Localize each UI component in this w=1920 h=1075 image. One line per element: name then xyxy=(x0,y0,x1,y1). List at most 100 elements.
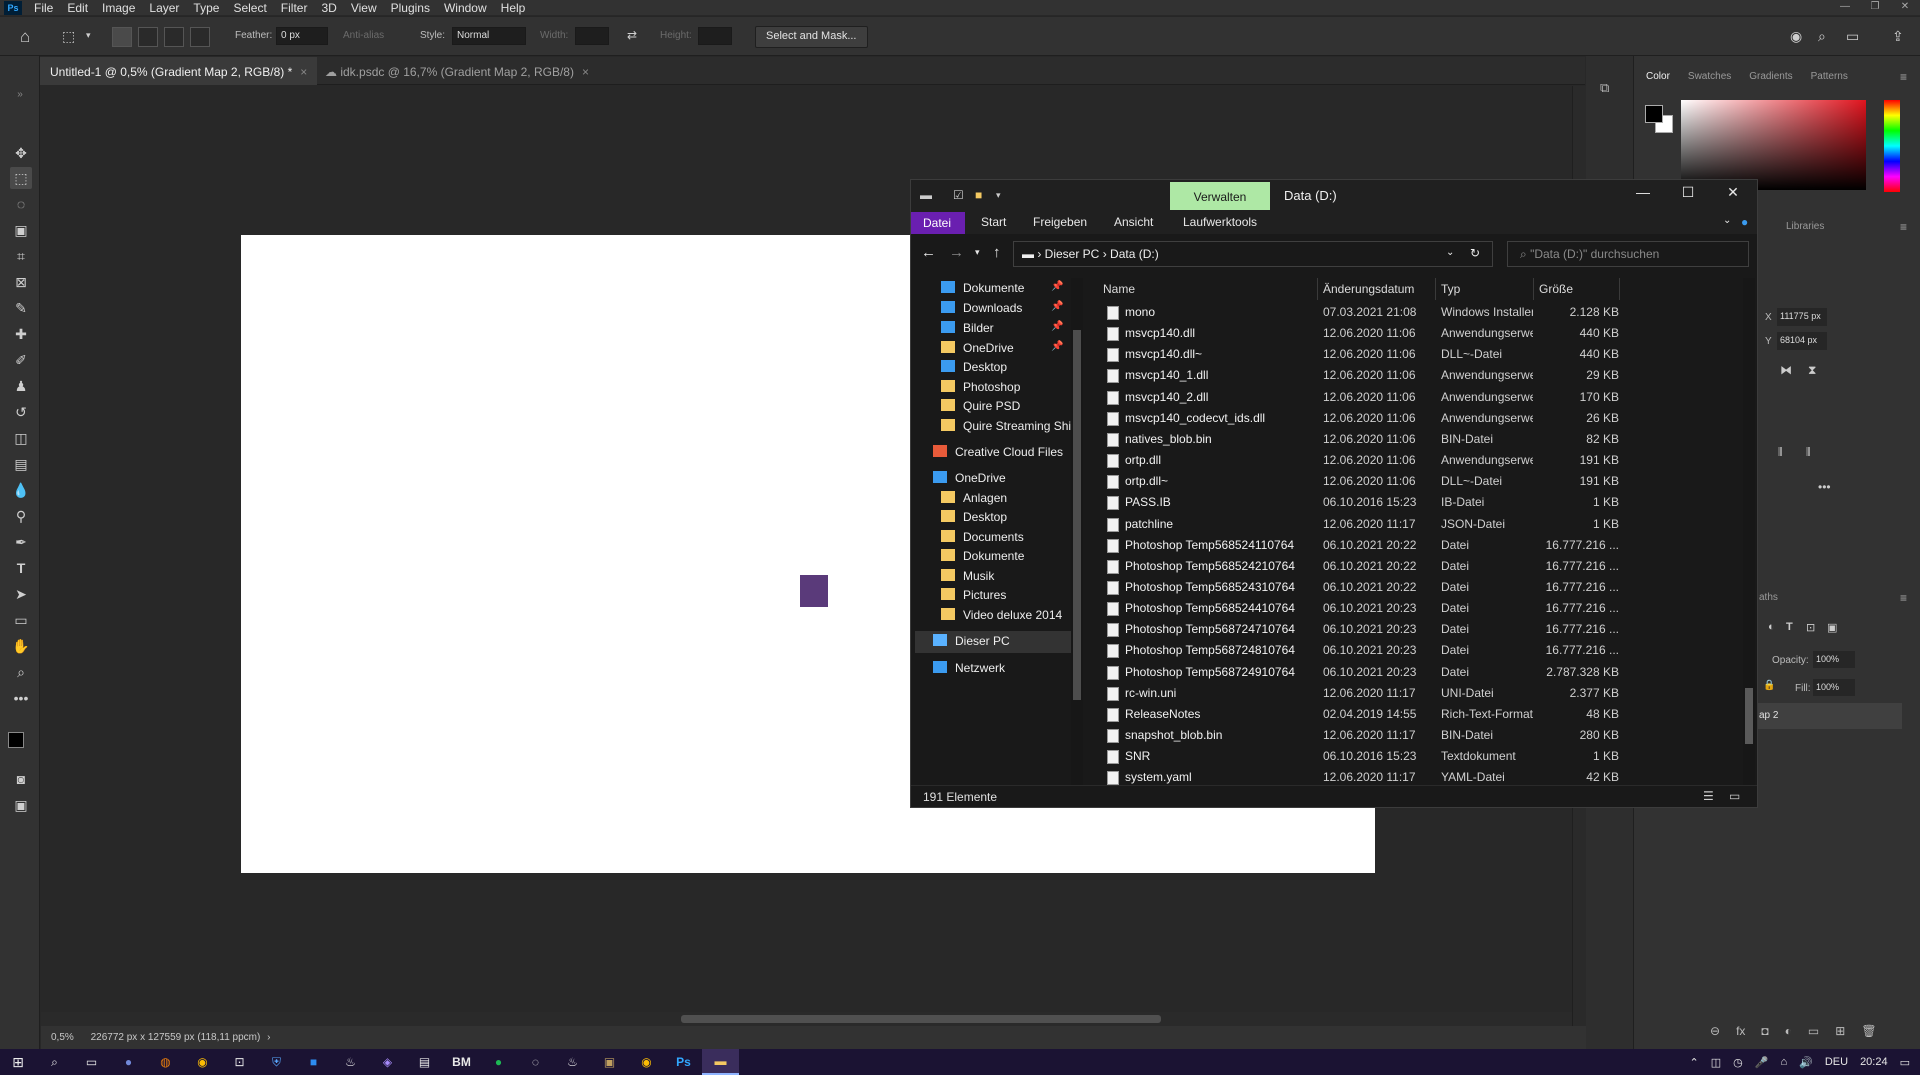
notifications-icon[interactable]: ▭ xyxy=(1900,1056,1910,1069)
nav-item[interactable]: Video deluxe 2014 xyxy=(941,608,1062,630)
nav-item-selected[interactable]: Dieser PC xyxy=(915,631,1071,653)
lock-icon[interactable]: 🔒 xyxy=(1763,680,1775,691)
back-icon[interactable]: ← xyxy=(921,244,936,261)
eraser-icon[interactable]: ◫ xyxy=(10,427,32,449)
chevron-up-icon[interactable]: ⌃ xyxy=(1690,1056,1699,1069)
panel-menu-icon[interactable]: ≡ xyxy=(1900,591,1907,605)
file-explorer-icon[interactable]: ▬ xyxy=(702,1049,739,1075)
table-row[interactable]: Photoshop Temp568724710764 06.10.2021 20:… xyxy=(1089,619,1739,640)
minimize-icon[interactable]: — xyxy=(1621,184,1665,200)
adjustment-icon[interactable]: ◐ xyxy=(1785,1024,1792,1042)
forward-icon[interactable]: → xyxy=(949,244,964,261)
pin-icon[interactable]: 📌 xyxy=(1051,301,1063,312)
windows-start-icon[interactable]: ⊞ xyxy=(0,1054,36,1071)
breadcrumb-dieser-pc[interactable]: Dieser PC xyxy=(1045,247,1100,261)
horizontal-scrollbar[interactable] xyxy=(41,1012,1572,1026)
tab-gradients[interactable]: Gradients xyxy=(1749,71,1792,95)
tab-swatches[interactable]: Swatches xyxy=(1688,71,1731,95)
table-row[interactable]: PASS.IB 06.10.2016 15:23 IB-Datei 1 KB xyxy=(1089,492,1739,513)
nav-item[interactable]: Quire PSD xyxy=(941,399,1020,421)
more-tools-icon[interactable]: ••• xyxy=(10,687,32,709)
eyedropper-icon[interactable]: ✎ xyxy=(10,297,32,319)
close-icon[interactable]: ✕ xyxy=(1890,0,1920,15)
chevron-right-icon[interactable]: › xyxy=(267,1032,270,1043)
properties-icon[interactable]: ☑ xyxy=(953,188,964,202)
type-tool-icon[interactable]: T xyxy=(10,557,32,579)
zoom-icon[interactable]: ⌕ xyxy=(10,661,32,683)
tab-paths[interactable]: aths xyxy=(1759,592,1778,603)
nav-item[interactable]: Netzwerk xyxy=(933,661,1005,683)
nav-item[interactable]: Quire Streaming Shi xyxy=(941,419,1071,441)
tab-patterns[interactable]: Patterns xyxy=(1811,71,1848,95)
pen-icon[interactable]: ✒ xyxy=(10,531,32,553)
more-options-icon[interactable]: ••• xyxy=(1818,480,1831,494)
pin-icon[interactable]: 📌 xyxy=(1051,321,1063,332)
intersect-selection-button[interactable] xyxy=(190,27,210,47)
restore-icon[interactable]: ❐ xyxy=(1860,0,1890,15)
app-icon[interactable]: ◈ xyxy=(369,1049,406,1075)
fill-input[interactable]: 100% xyxy=(1813,679,1855,696)
share-icon[interactable]: ⇪ xyxy=(1892,28,1904,45)
tab-idk[interactable]: ☁ idk.psdc @ 16,7% (Gradient Map 2, RGB/… xyxy=(315,57,599,85)
search-icon[interactable]: ⌕ xyxy=(36,1049,73,1075)
menu-select[interactable]: Select xyxy=(227,1,274,15)
column-type[interactable]: Typ xyxy=(1441,282,1460,304)
group-icon[interactable]: ▭ xyxy=(1808,1024,1819,1042)
nav-scrollbar[interactable] xyxy=(1071,278,1083,798)
help-icon[interactable]: ● xyxy=(1741,215,1748,229)
menu-layer[interactable]: Layer xyxy=(143,1,187,15)
table-row[interactable]: patchline 12.06.2020 11:17 JSON-Datei 1 KB xyxy=(1089,514,1739,535)
blur-icon[interactable]: 💧 xyxy=(10,479,32,501)
nav-item[interactable]: Downloads 📌 xyxy=(941,301,1063,323)
table-row[interactable]: Photoshop Temp568524410764 06.10.2021 20:… xyxy=(1089,598,1739,619)
scroll-thumb[interactable] xyxy=(1073,330,1081,700)
new-layer-icon[interactable]: ⊞ xyxy=(1835,1024,1845,1042)
chrome-icon[interactable]: ◉ xyxy=(628,1049,665,1075)
chevron-down-icon[interactable]: ▾ xyxy=(996,190,1001,201)
y-position-input[interactable]: 68104 px xyxy=(1777,332,1827,350)
history-panel-icon[interactable]: ⧉ xyxy=(1600,80,1609,96)
rectangle-icon[interactable]: ▭ xyxy=(10,609,32,631)
stamp-icon[interactable]: ♟ xyxy=(10,375,32,397)
table-row[interactable]: msvcp140.dll 12.06.2020 11:06 Anwendungser… xyxy=(1089,323,1739,344)
chrome-icon[interactable]: ◉ xyxy=(184,1049,221,1075)
crop-icon[interactable]: ⌗ xyxy=(10,245,32,267)
link-icon[interactable]: ⊖ xyxy=(1710,1024,1720,1042)
menu-window[interactable]: Window xyxy=(438,1,495,15)
network-icon[interactable]: ⌂ xyxy=(1780,1056,1787,1068)
table-row[interactable]: rc-win.uni 12.06.2020 11:17 UNI-Datei 2.377… xyxy=(1089,683,1739,704)
table-row[interactable]: Photoshop Temp568524310764 06.10.2021 20:… xyxy=(1089,577,1739,598)
x-position-input[interactable]: 111775 px xyxy=(1777,308,1827,326)
close-icon[interactable]: × xyxy=(582,65,589,79)
zoom-level[interactable]: 0,5% xyxy=(51,1032,74,1043)
chevron-down-icon[interactable]: ⌄ xyxy=(1446,247,1454,258)
swap-icon[interactable]: ⇄ xyxy=(627,28,637,42)
object-select-icon[interactable]: ▣ xyxy=(10,219,32,241)
tab-start[interactable]: Start xyxy=(981,215,1006,229)
fx-icon[interactable]: fx xyxy=(1736,1024,1745,1042)
microphone-icon[interactable]: 🎤 xyxy=(1755,1056,1769,1069)
chevron-down-icon[interactable]: ▾ xyxy=(86,30,91,41)
type-layer-icon[interactable]: T xyxy=(1786,621,1793,633)
menu-plugins[interactable]: Plugins xyxy=(385,1,438,15)
subtract-selection-button[interactable] xyxy=(164,27,184,47)
hand-icon[interactable]: ✋ xyxy=(10,635,32,657)
spotify-icon[interactable]: ● xyxy=(480,1049,517,1075)
menu-type[interactable]: Type xyxy=(187,1,227,15)
menu-3d[interactable]: 3D xyxy=(315,1,344,15)
shape-layer-icon[interactable]: ⊡ xyxy=(1806,621,1815,634)
nav-item[interactable]: Desktop xyxy=(941,510,1007,532)
search-icon[interactable]: ⌕ xyxy=(1818,28,1826,45)
select-and-mask-button[interactable]: Select and Mask... xyxy=(755,26,868,48)
maximize-icon[interactable]: ☐ xyxy=(1666,184,1710,201)
table-row[interactable]: snapshot_blob.bin 12.06.2020 11:17 BIN-Dat… xyxy=(1089,725,1739,746)
menu-help[interactable]: Help xyxy=(495,1,534,15)
up-icon[interactable]: ↑ xyxy=(993,244,1001,261)
tab-libraries[interactable]: Libraries xyxy=(1786,221,1824,232)
style-select[interactable]: Normal xyxy=(452,27,526,45)
gradient-icon[interactable]: ▤ xyxy=(10,453,32,475)
tab-laufwerktools[interactable]: Laufwerktools xyxy=(1183,215,1257,229)
quick-mask-icon[interactable]: ◙ xyxy=(10,768,32,790)
tab-untitled-1[interactable]: Untitled-1 @ 0,5% (Gradient Map 2, RGB/8… xyxy=(40,57,318,85)
nav-item[interactable]: Dokumente 📌 xyxy=(941,281,1063,303)
